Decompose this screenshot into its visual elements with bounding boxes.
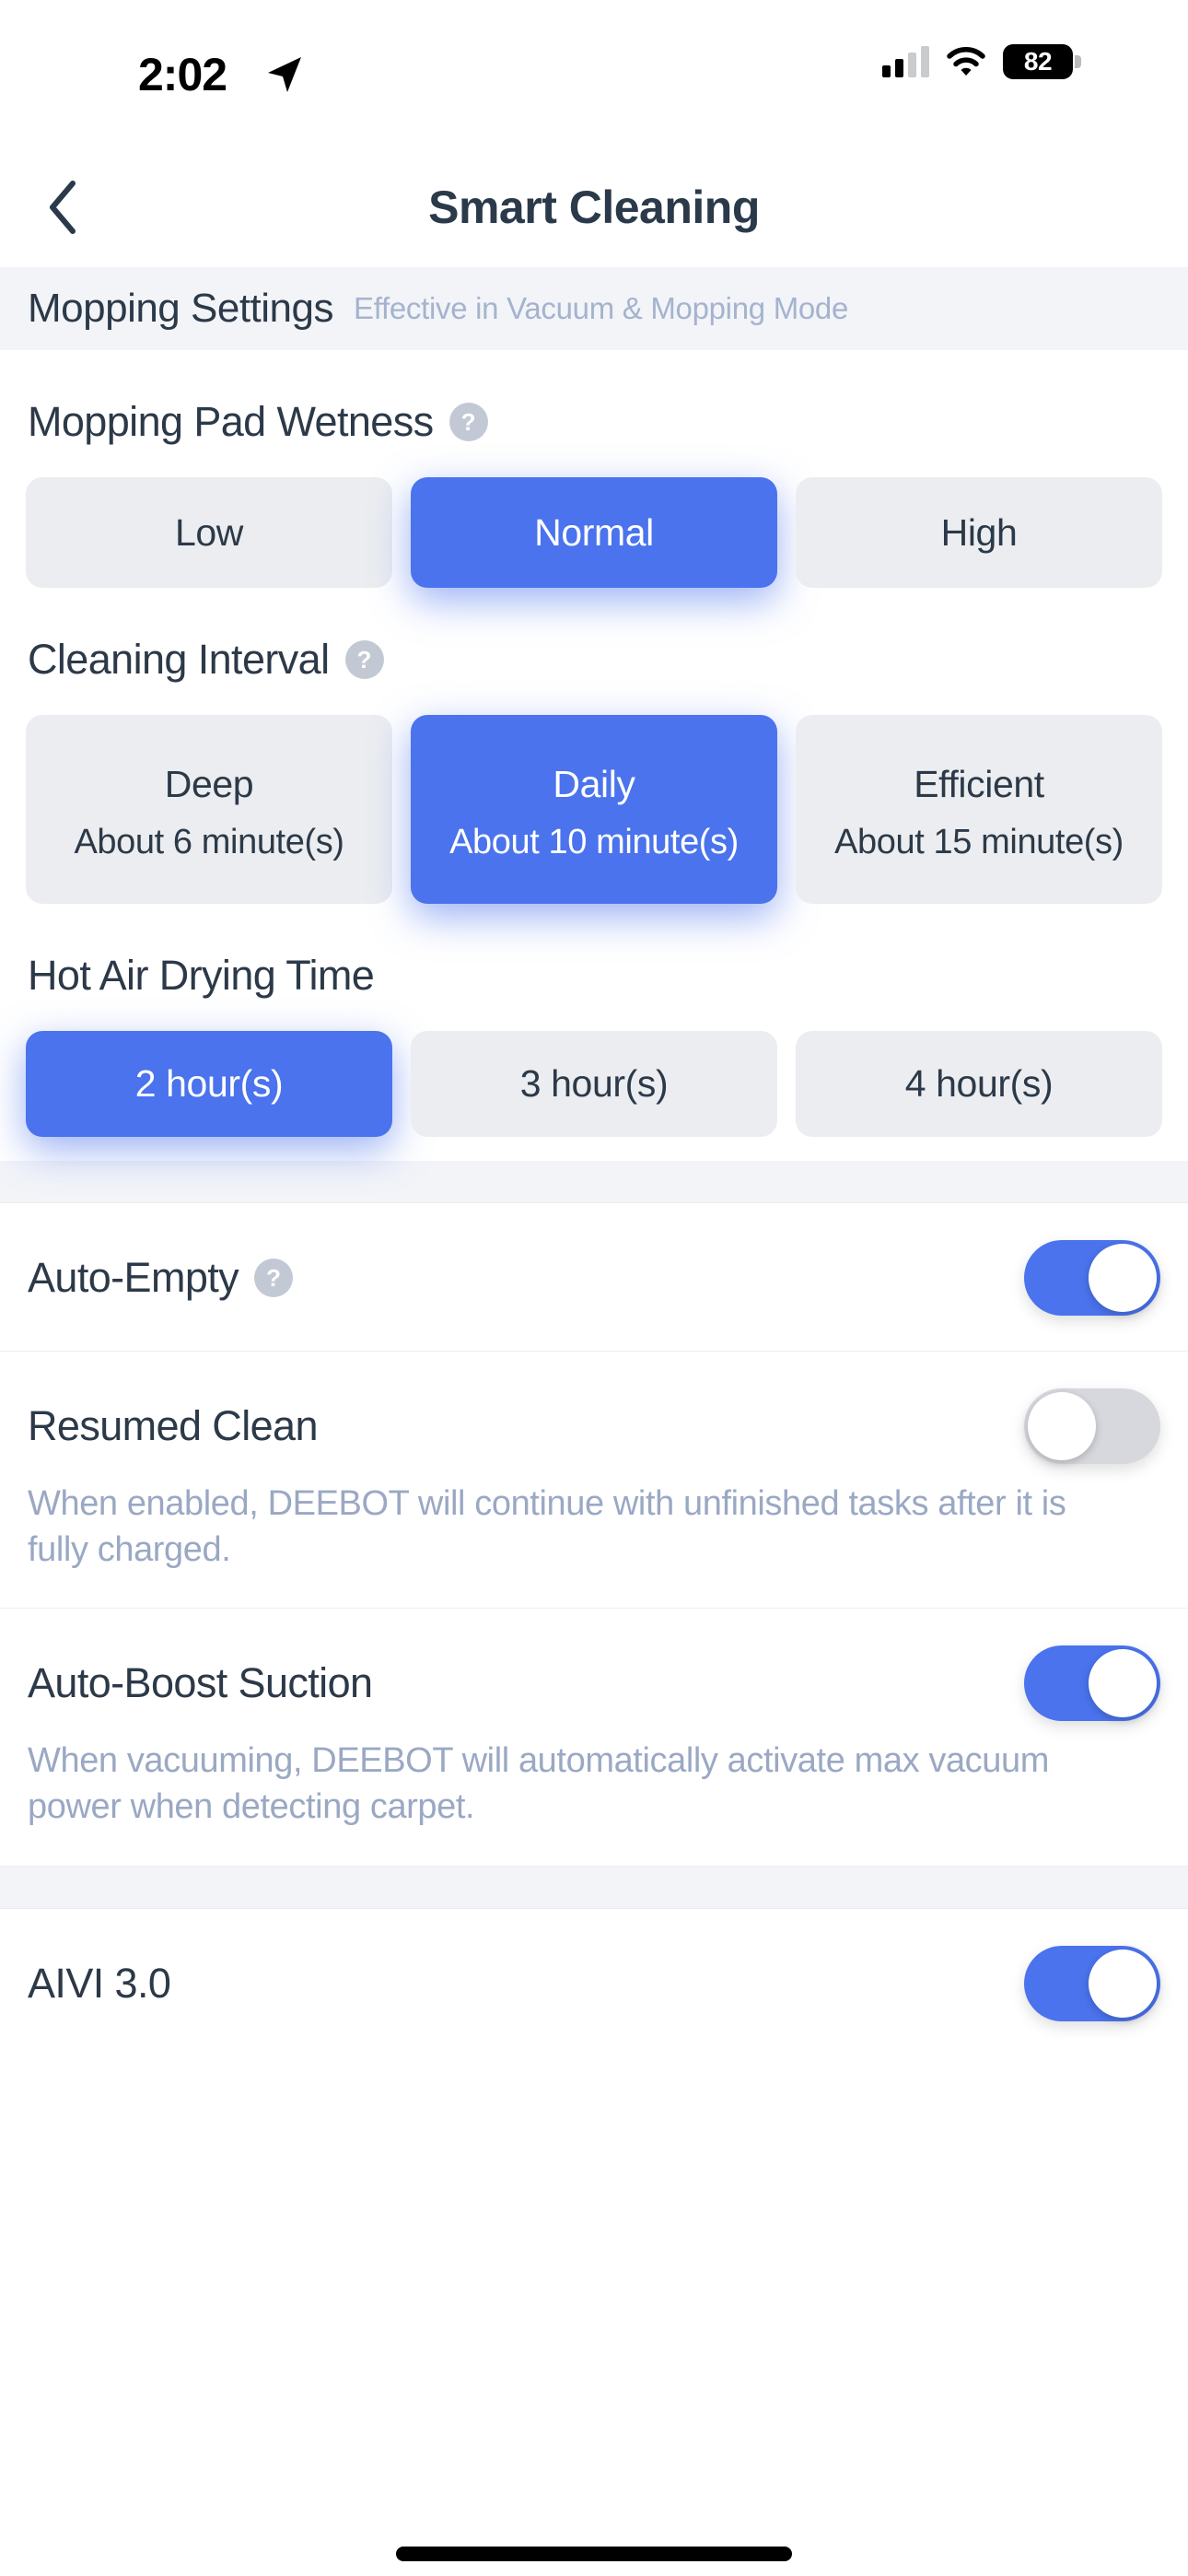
option-label: Low <box>174 510 243 554</box>
option-daily[interactable]: Daily About 10 minute(s) <box>411 715 777 904</box>
group-hot-air-drying-time: Hot Air Drying Time 2 hour(s) 3 hour(s) … <box>26 904 1162 1137</box>
option-label: 4 hour(s) <box>904 1062 1054 1105</box>
mopping-options-block: Mopping Pad Wetness ? Low Normal High Cl… <box>0 350 1188 1161</box>
phone-screen: 2:02 82 Smart Cleaning Mopping Settings … <box>0 0 1188 2576</box>
battery-level: 82 <box>1023 47 1053 76</box>
group-title: Hot Air Drying Time <box>28 952 375 999</box>
option-row: Low Normal High <box>26 477 1162 588</box>
option-label: 2 hour(s) <box>134 1062 284 1105</box>
row-aivi[interactable]: AIVI 3.0 <box>0 1908 1188 2056</box>
row-description: When vacuuming, DEEBOT will automaticall… <box>28 1741 1049 1827</box>
home-indicator <box>396 2547 792 2561</box>
toggle-auto-boost-suction[interactable] <box>1024 1645 1160 1722</box>
option-2-hours[interactable]: 2 hour(s) <box>26 1031 392 1137</box>
option-normal[interactable]: Normal <box>411 477 777 588</box>
group-header: Cleaning Interval ? <box>28 636 1162 684</box>
group-title: Mopping Pad Wetness <box>28 398 434 445</box>
row-auto-empty[interactable]: Auto-Empty ? <box>0 1203 1188 1352</box>
row-auto-boost-suction[interactable]: Auto-Boost Suction When vacuuming, DEEBO… <box>0 1609 1188 1867</box>
option-3-hours[interactable]: 3 hour(s) <box>411 1031 777 1137</box>
option-label: Daily <box>553 762 635 805</box>
section-separator <box>0 1866 1188 1909</box>
option-sublabel: About 10 minute(s) <box>449 822 739 861</box>
option-label: High <box>940 510 1018 554</box>
option-sublabel: About 6 minute(s) <box>74 822 344 861</box>
toggle-aivi[interactable] <box>1024 1945 1160 2021</box>
group-mopping-pad-wetness: Mopping Pad Wetness ? Low Normal High <box>26 350 1162 588</box>
status-bar: 2:02 82 <box>0 0 1188 147</box>
row-title: Resumed Clean <box>28 1402 318 1449</box>
page-title: Smart Cleaning <box>428 181 760 233</box>
option-sublabel: About 15 minute(s) <box>834 822 1124 861</box>
option-row: Deep About 6 minute(s) Daily About 10 mi… <box>26 715 1162 904</box>
section-separator <box>0 1161 1188 1203</box>
row-description: When enabled, DEEBOT will continue with … <box>28 1484 1066 1570</box>
wifi-icon <box>946 46 986 77</box>
row-title: AIVI 3.0 <box>28 1959 171 2007</box>
option-label: 3 hour(s) <box>519 1062 669 1105</box>
row-title: Auto-Empty <box>28 1254 239 1301</box>
help-icon[interactable]: ? <box>344 640 384 679</box>
toggle-auto-empty[interactable] <box>1024 1240 1160 1316</box>
option-label: Deep <box>164 762 254 805</box>
cellular-signal-icon <box>882 46 929 77</box>
option-label: Normal <box>534 510 654 554</box>
status-indicators: 82 <box>882 44 1081 79</box>
group-title: Cleaning Interval <box>28 636 330 683</box>
mopping-settings-subtitle: Effective in Vacuum & Mopping Mode <box>354 291 849 325</box>
battery-indicator: 82 <box>1003 44 1081 79</box>
group-header: Mopping Pad Wetness ? <box>28 398 1162 446</box>
mopping-settings-title: Mopping Settings <box>28 286 334 331</box>
option-label: Efficient <box>914 762 1044 805</box>
toggle-resumed-clean[interactable] <box>1024 1388 1160 1464</box>
option-low[interactable]: Low <box>26 477 392 588</box>
navigation-bar: Smart Cleaning <box>0 147 1188 267</box>
option-high[interactable]: High <box>796 477 1162 588</box>
help-icon[interactable]: ? <box>448 403 488 441</box>
mopping-settings-band: Mopping Settings Effective in Vacuum & M… <box>0 267 1188 350</box>
option-efficient[interactable]: Efficient About 15 minute(s) <box>796 715 1162 904</box>
option-4-hours[interactable]: 4 hour(s) <box>796 1031 1162 1137</box>
status-time: 2:02 <box>138 49 227 100</box>
chevron-left-icon <box>50 181 76 234</box>
group-header: Hot Air Drying Time <box>28 952 1162 1000</box>
row-resumed-clean[interactable]: Resumed Clean When enabled, DEEBOT will … <box>0 1352 1188 1610</box>
option-deep[interactable]: Deep About 6 minute(s) <box>26 715 392 904</box>
row-title: Auto-Boost Suction <box>28 1659 373 1707</box>
back-button[interactable] <box>35 175 90 240</box>
group-cleaning-interval: Cleaning Interval ? Deep About 6 minute(… <box>26 588 1162 904</box>
help-icon[interactable]: ? <box>254 1259 294 1297</box>
option-row: 2 hour(s) 3 hour(s) 4 hour(s) <box>26 1031 1162 1137</box>
